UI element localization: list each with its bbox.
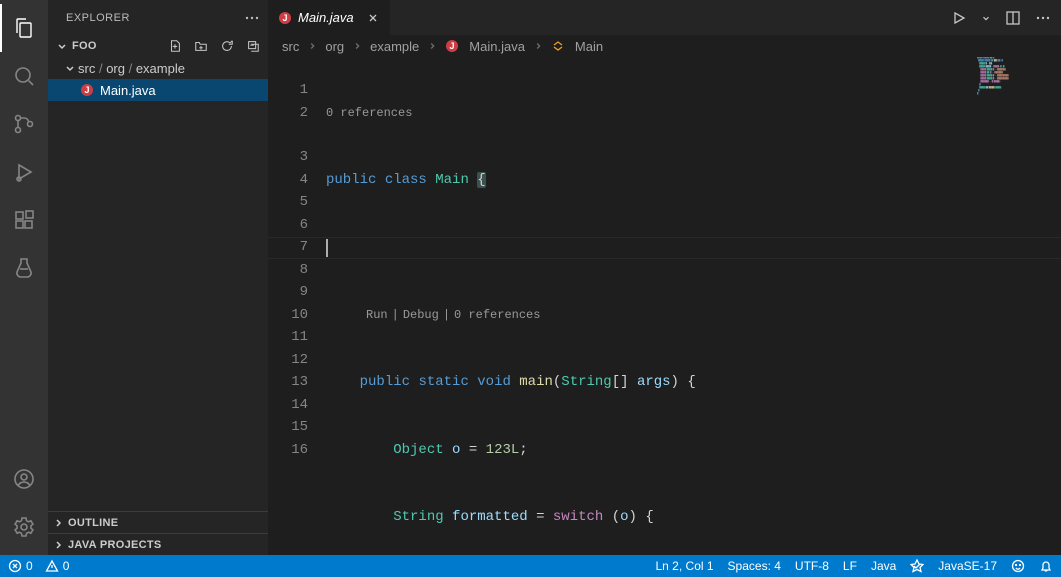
tab-label: Main.java bbox=[298, 10, 354, 25]
status-language[interactable]: Java bbox=[871, 559, 896, 573]
editor-area: J Main.java src org example J Main.java … bbox=[268, 0, 1061, 555]
tab-main-java[interactable]: J Main.java bbox=[268, 0, 391, 35]
java-file-icon: J bbox=[445, 39, 459, 53]
tree-file-row[interactable]: J Main.java bbox=[48, 79, 268, 101]
tree-file-label: Main.java bbox=[100, 83, 156, 98]
split-editor-icon[interactable] bbox=[1005, 10, 1021, 26]
chevron-down-icon bbox=[64, 62, 76, 74]
status-cursor-pos[interactable]: Ln 2, Col 1 bbox=[656, 559, 714, 573]
svg-text:J: J bbox=[84, 85, 89, 95]
run-button[interactable] bbox=[951, 10, 967, 26]
activity-source-control[interactable] bbox=[0, 100, 48, 148]
status-warnings[interactable]: 0 bbox=[45, 559, 70, 573]
chevron-right-icon bbox=[352, 41, 362, 51]
activity-run-debug[interactable] bbox=[0, 148, 48, 196]
status-bell-icon[interactable] bbox=[1039, 559, 1053, 573]
more-icon[interactable] bbox=[1035, 10, 1051, 26]
codelens[interactable]: 0 references bbox=[326, 102, 1061, 124]
java-file-icon: J bbox=[278, 11, 292, 25]
code-content[interactable]: 0 references public class Main { Run|Deb… bbox=[326, 57, 1061, 555]
svg-text:J: J bbox=[282, 13, 287, 23]
status-java-ready-icon[interactable] bbox=[910, 559, 924, 573]
status-feedback-icon[interactable] bbox=[1011, 559, 1025, 573]
activity-search[interactable] bbox=[0, 52, 48, 100]
folder-header[interactable]: FOO bbox=[48, 35, 268, 57]
chevron-right-icon bbox=[427, 41, 437, 51]
section-outline[interactable]: OUTLINE bbox=[48, 511, 268, 533]
status-eol[interactable]: LF bbox=[843, 559, 857, 573]
new-folder-icon[interactable] bbox=[194, 39, 208, 53]
code-editor[interactable]: 12345678910111213141516 0 references pub… bbox=[268, 57, 1061, 555]
sidebar-more-icon[interactable] bbox=[244, 10, 260, 26]
chevron-down-icon[interactable] bbox=[981, 13, 991, 23]
symbol-class-icon bbox=[551, 39, 565, 53]
codelens[interactable]: Run|Debug|0 references bbox=[326, 304, 1061, 326]
section-java-projects[interactable]: JAVA PROJECTS bbox=[48, 533, 268, 555]
chevron-right-icon bbox=[52, 539, 64, 551]
chevron-right-icon bbox=[307, 41, 317, 51]
line-gutter: 12345678910111213141516 bbox=[268, 57, 326, 555]
close-icon[interactable] bbox=[366, 11, 380, 25]
activity-extensions[interactable] bbox=[0, 196, 48, 244]
chevron-right-icon bbox=[533, 41, 543, 51]
sidebar: EXPLORER FOO src / org / example J Main. bbox=[48, 0, 268, 555]
breadcrumbs[interactable]: src org example J Main.java Main bbox=[268, 35, 1061, 57]
minimap[interactable]: ████ ████ ██ █ ████ ████ ██ ██(██) █ ███… bbox=[977, 57, 1047, 107]
status-indent[interactable]: Spaces: 4 bbox=[728, 559, 781, 573]
sidebar-title: EXPLORER bbox=[66, 12, 130, 24]
folder-name: FOO bbox=[72, 40, 97, 52]
status-encoding[interactable]: UTF-8 bbox=[795, 559, 829, 573]
status-jdk[interactable]: JavaSE-17 bbox=[938, 559, 997, 573]
activity-settings[interactable] bbox=[0, 503, 48, 551]
activity-accounts[interactable] bbox=[0, 455, 48, 503]
activity-bar bbox=[0, 0, 48, 555]
activity-explorer[interactable] bbox=[0, 4, 48, 52]
svg-text:J: J bbox=[450, 41, 455, 51]
activity-testing[interactable] bbox=[0, 244, 48, 292]
status-bar: 0 0 Ln 2, Col 1 Spaces: 4 UTF-8 LF Java … bbox=[0, 555, 1061, 577]
tabs-row: J Main.java bbox=[268, 0, 1061, 35]
tree-folder-row[interactable]: src / org / example bbox=[48, 57, 268, 79]
chevron-down-icon bbox=[56, 40, 68, 52]
new-file-icon[interactable] bbox=[168, 39, 182, 53]
collapse-all-icon[interactable] bbox=[246, 39, 260, 53]
chevron-right-icon bbox=[52, 517, 64, 529]
status-errors[interactable]: 0 bbox=[8, 559, 33, 573]
java-file-icon: J bbox=[80, 83, 94, 97]
refresh-icon[interactable] bbox=[220, 39, 234, 53]
